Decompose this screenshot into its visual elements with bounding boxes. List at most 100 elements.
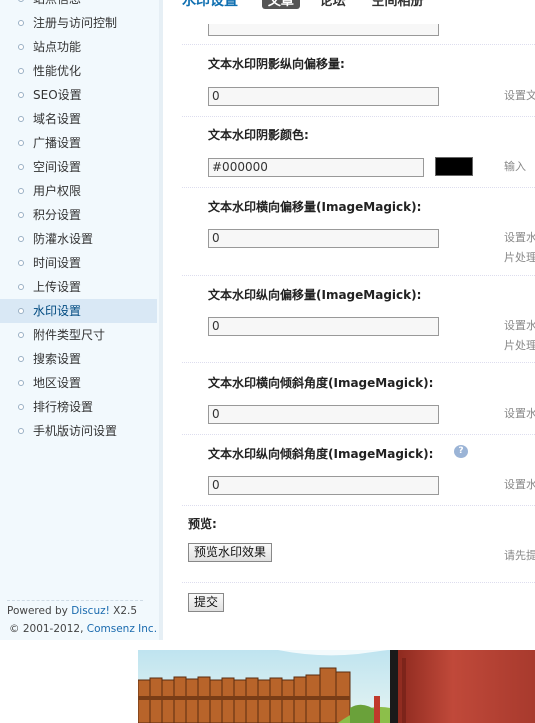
sidebar-item-label: 站点信息 [33,0,81,6]
bullet-icon [18,92,24,98]
shadow-y-offset-tip: 设置文 [504,89,535,102]
help-icon[interactable]: ? [454,445,468,458]
shadow-y-offset-label: 文本水印阴影纵向偏移量: [208,57,345,71]
preview-label: 预览: [188,517,217,531]
bullet-icon [18,236,24,242]
sidebar-item[interactable]: 用户权限 [0,179,157,203]
bullet-icon [18,164,24,170]
sidebar-item[interactable]: 时间设置 [0,251,157,275]
y-skew-input[interactable]: 0 [208,476,439,495]
powered-version: X2.5 [109,605,138,617]
row-divider [182,44,535,45]
row-divider [182,582,535,583]
bullet-icon [18,332,24,338]
discuz-link[interactable]: Discuz! [71,605,110,617]
x-skew-label: 文本水印横向倾斜角度(ImageMagick): [208,376,434,390]
sidebar-item-label: 注册与访问控制 [33,16,118,30]
sidebar-item-label: 广播设置 [33,136,82,150]
y-offset-tip-2: 片处理 [504,339,535,352]
bullet-icon [18,116,24,122]
x-offset-tip: 设置水 [504,231,535,244]
y-offset-label: 文本水印纵向偏移量(ImageMagick): [208,288,422,302]
row-divider [182,116,535,117]
bullet-icon [18,380,24,386]
sidebar-item[interactable]: 排行榜设置 [0,395,157,419]
sidebar-item-label: 空间设置 [33,160,82,174]
powered-by: Powered by Discuz! X2.5 [7,605,137,617]
sidebar-item[interactable]: 积分设置 [0,203,157,227]
y-skew-tip: 设置水 [504,478,535,491]
sidebar-item-label: 站点功能 [33,40,82,54]
bullet-icon [18,188,24,194]
powered-prefix: Powered by [7,605,72,617]
sidebar-item[interactable]: 搜索设置 [0,347,157,371]
x-skew-input[interactable]: 0 [208,405,439,424]
sidebar-item[interactable]: 广播设置 [0,131,157,155]
shadow-color-label: 文本水印阴影颜色: [208,128,309,142]
color-swatch[interactable] [435,157,473,176]
row-divider [182,187,535,188]
x-offset-label: 文本水印横向偏移量(ImageMagick): [208,200,422,214]
bullet-icon [18,428,24,434]
watermark-settings-form: 文本水印阴影纵向偏移量: 0 设置文 文本水印阴影颜色: #000000 输入 … [182,0,535,640]
bullet-icon [18,0,24,2]
sidebar-menu: 站点信息注册与访问控制站点功能性能优化 SEO设置域名设置广播设置空间设置用户权限… [0,0,157,443]
preview-tip: 请先提 [504,549,535,562]
sidebar-item[interactable]: 域名设置 [0,107,157,131]
sidebar-item-label: 防灌水设置 [33,232,94,246]
bullet-icon [18,308,24,314]
sidebar-item[interactable]: 注册与访问控制 [0,11,157,35]
y-skew-label: 文本水印纵向倾斜角度(ImageMagick): [208,447,434,461]
game-banner-image [138,650,535,723]
row-divider [182,434,535,435]
preview-watermark-button[interactable]: 预览水印效果 [188,543,273,562]
submit-button[interactable]: 提交 [188,593,225,612]
sidebar-item-label: 排行榜设置 [33,400,94,414]
shadow-color-input[interactable]: #000000 [208,158,424,177]
sidebar-item-label: 用户权限 [33,184,82,198]
sidebar-item[interactable]: 站点信息 [0,0,157,11]
bullet-icon [18,68,24,74]
banner-illustration [138,650,535,723]
sidebar-item-label: 附件类型尺寸 [33,328,106,342]
sidebar-item[interactable]: 水印设置 [0,299,157,323]
x-skew-tip: 设置水 [504,407,535,420]
sidebar-divider [7,600,143,601]
y-offset-tip: 设置水 [504,319,535,332]
sidebar-item-label: 时间设置 [33,256,82,270]
bullet-icon [18,20,24,26]
sidebar-item[interactable]: 防灌水设置 [0,227,157,251]
bullet-icon [18,284,24,290]
sidebar-item[interactable]: 地区设置 [0,371,157,395]
sidebar-item[interactable]: 空间设置 [0,155,157,179]
copyright-prefix: © 2001-2012, [9,623,87,635]
sidebar-item-label: 性能优化 [33,64,82,78]
shadow-y-offset-input[interactable]: 0 [208,87,439,106]
row-divider [182,505,535,506]
sidebar-item[interactable]: 站点功能 [0,35,157,59]
comsenz-link[interactable]: Comsenz Inc. [87,623,157,635]
bullet-icon [18,140,24,146]
sidebar-item[interactable]: 上传设置 [0,275,157,299]
sidebar-item-label: 域名设置 [33,112,82,126]
row-divider [182,362,535,363]
y-offset-input[interactable]: 0 [208,317,439,336]
sidebar-item-label: 搜索设置 [33,352,82,366]
copyright: © 2001-2012, Comsenz Inc. [9,623,157,635]
sidebar-item[interactable]: SEO设置 [0,83,157,107]
bullet-icon [18,44,24,50]
shadow-color-tip: 输入 [504,160,526,173]
sidebar: 站点信息注册与访问控制站点功能性能优化 SEO设置域名设置广播设置空间设置用户权限… [0,0,163,640]
row-divider [182,275,535,276]
sidebar-item-label: SEO设置 [33,88,82,102]
sidebar-item-label: 积分设置 [33,208,82,222]
sidebar-item-label: 上传设置 [33,280,82,294]
x-offset-input[interactable]: 0 [208,229,439,248]
sidebar-item-label: 手机版访问设置 [33,424,118,438]
sidebar-item[interactable]: 性能优化 [0,59,157,83]
sidebar-item-label: 水印设置 [33,304,82,318]
previous-input-field[interactable] [208,24,439,36]
sidebar-item[interactable]: 附件类型尺寸 [0,323,157,347]
sidebar-item[interactable]: 手机版访问设置 [0,419,157,443]
bullet-icon [18,356,24,362]
